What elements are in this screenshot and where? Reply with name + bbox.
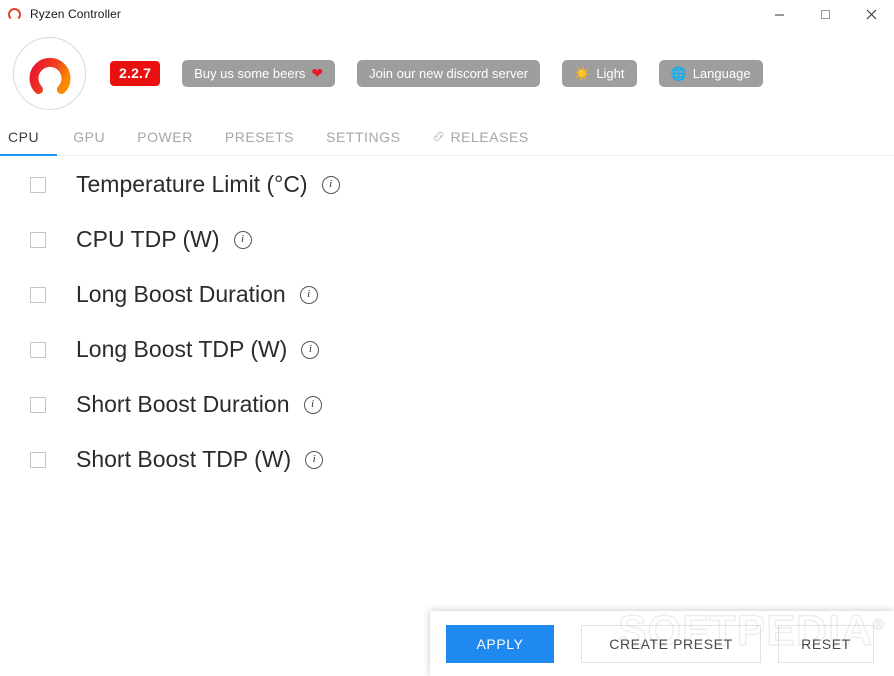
sun-icon: ☀️ bbox=[574, 65, 591, 81]
theme-toggle-button[interactable]: ☀️ Light bbox=[562, 59, 637, 87]
tab-gpu[interactable]: GPU bbox=[57, 118, 121, 155]
buy-beers-button[interactable]: Buy us some beers ❤ bbox=[182, 59, 336, 87]
version-badge: 2.2.7 bbox=[110, 60, 161, 86]
tab-gpu-label: GPU bbox=[73, 128, 106, 145]
language-button[interactable]: 🌐 Language bbox=[658, 59, 763, 87]
tab-cpu[interactable]: CPU bbox=[0, 118, 58, 156]
heart-icon: ❤ bbox=[311, 65, 324, 81]
info-icon-temperature-limit[interactable]: i bbox=[321, 175, 340, 194]
title-bar-left: Ryzen Controller bbox=[0, 7, 121, 21]
label-cpu-tdp: CPU TDP (W) bbox=[76, 226, 220, 252]
label-short-boost-duration: Short Boost Duration bbox=[76, 391, 290, 417]
reset-button[interactable]: RESET bbox=[778, 624, 874, 663]
tab-cpu-label: CPU bbox=[8, 128, 40, 145]
ryzen-controller-window: Ryzen Controller 2.2.7 Buy us some beers… bbox=[0, 0, 894, 676]
info-icon-short-boost-tdp[interactable]: i bbox=[305, 450, 324, 469]
tab-releases[interactable]: RELEASES bbox=[416, 118, 544, 155]
checkbox-cpu-tdp[interactable] bbox=[30, 231, 46, 248]
tab-presets[interactable]: PRESETS bbox=[209, 118, 310, 155]
app-header: 2.2.7 Buy us some beers ❤ Join our new d… bbox=[0, 28, 894, 118]
checkbox-short-boost-duration[interactable] bbox=[30, 396, 46, 413]
maximize-button[interactable] bbox=[802, 0, 848, 28]
label-short-boost-tdp: Short Boost TDP (W) bbox=[76, 446, 292, 472]
apply-button[interactable]: APPLY bbox=[446, 624, 554, 663]
label-temperature-limit: Temperature Limit (°C) bbox=[76, 171, 308, 197]
theme-label: Light bbox=[596, 65, 625, 81]
checkbox-temperature-limit[interactable] bbox=[30, 176, 46, 193]
ryzen-logo-icon bbox=[8, 7, 21, 21]
setting-row-cpu-tdp: CPU TDP (W) i bbox=[0, 212, 894, 267]
link-icon bbox=[432, 130, 445, 143]
info-icon-long-boost-duration[interactable]: i bbox=[299, 285, 318, 304]
label-long-boost-tdp: Long Boost TDP (W) bbox=[76, 336, 288, 362]
cpu-settings-panel: Temperature Limit (°C) i CPU TDP (W) i L… bbox=[0, 157, 894, 676]
globe-icon: 🌐 bbox=[670, 65, 687, 81]
setting-row-short-boost-tdp: Short Boost TDP (W) i bbox=[0, 432, 894, 487]
checkbox-long-boost-tdp[interactable] bbox=[30, 341, 46, 358]
setting-row-long-boost-tdp: Long Boost TDP (W) i bbox=[0, 322, 894, 377]
discord-button[interactable]: Join our new discord server bbox=[357, 59, 541, 87]
action-bar: APPLY CREATE PRESET RESET bbox=[430, 611, 894, 676]
info-icon-short-boost-duration[interactable]: i bbox=[303, 395, 322, 414]
close-button[interactable] bbox=[848, 0, 894, 28]
app-logo bbox=[13, 36, 86, 110]
tab-settings[interactable]: SETTINGS bbox=[310, 118, 416, 155]
language-label: Language bbox=[692, 65, 751, 81]
setting-row-long-boost-duration: Long Boost Duration i bbox=[0, 267, 894, 322]
discord-label: Join our new discord server bbox=[369, 65, 529, 81]
setting-row-temperature-limit: Temperature Limit (°C) i bbox=[0, 157, 894, 212]
create-preset-button[interactable]: CREATE PRESET bbox=[581, 624, 761, 663]
buy-beers-label: Buy us some beers bbox=[194, 65, 306, 81]
tab-power-label: POWER bbox=[137, 128, 193, 145]
tab-power[interactable]: POWER bbox=[121, 118, 209, 155]
checkbox-long-boost-duration[interactable] bbox=[30, 286, 46, 303]
info-icon-cpu-tdp[interactable]: i bbox=[233, 230, 252, 249]
label-long-boost-duration: Long Boost Duration bbox=[76, 281, 286, 307]
setting-row-short-boost-duration: Short Boost Duration i bbox=[0, 377, 894, 432]
title-bar: Ryzen Controller bbox=[0, 0, 894, 28]
tab-presets-label: PRESETS bbox=[224, 128, 295, 145]
tab-releases-label: RELEASES bbox=[450, 128, 529, 145]
minimize-button[interactable] bbox=[756, 0, 802, 28]
checkbox-short-boost-tdp[interactable] bbox=[30, 451, 46, 468]
window-title: Ryzen Controller bbox=[30, 7, 121, 21]
ryzen-controller-logo bbox=[29, 57, 70, 94]
tab-settings-label: SETTINGS bbox=[326, 128, 401, 145]
main-tabs: CPU GPU POWER PRESETS SETTINGS RELEASES bbox=[0, 118, 894, 156]
window-controls bbox=[756, 0, 894, 28]
info-icon-long-boost-tdp[interactable]: i bbox=[301, 340, 320, 359]
